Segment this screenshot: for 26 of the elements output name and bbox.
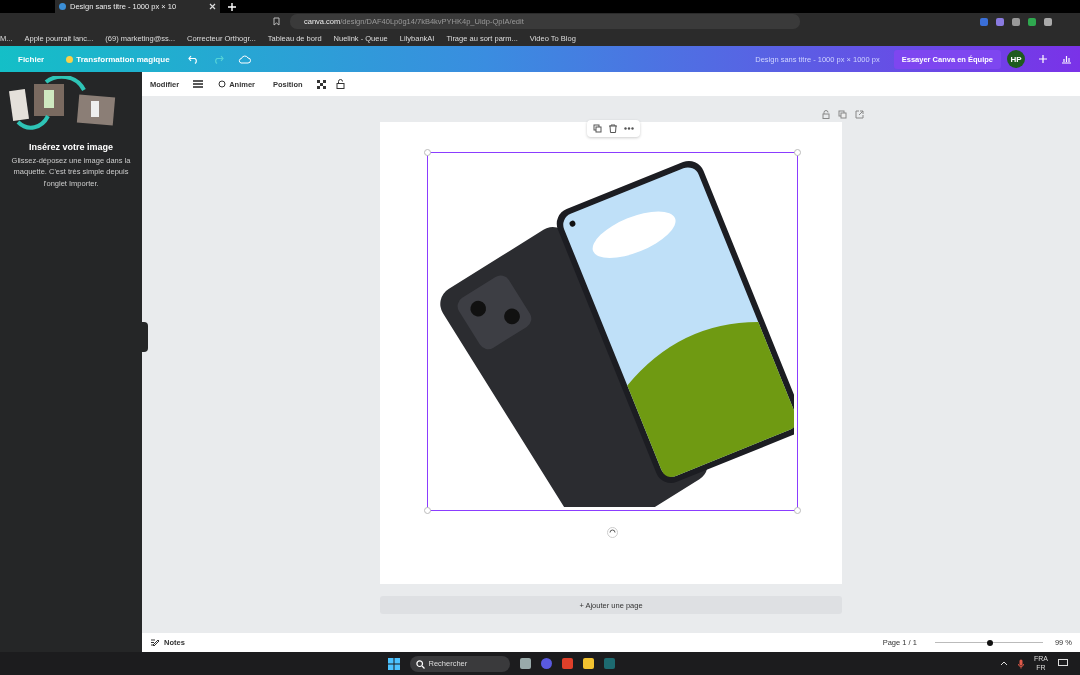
rotate-handle[interactable] bbox=[607, 527, 618, 538]
animate-icon bbox=[217, 79, 227, 89]
undo-icon[interactable] bbox=[187, 54, 199, 64]
border-style-icon[interactable] bbox=[193, 80, 204, 88]
share-icon[interactable] bbox=[855, 110, 864, 119]
more-icon[interactable] bbox=[624, 127, 634, 130]
close-icon[interactable] bbox=[209, 3, 216, 10]
cloud-icon[interactable] bbox=[237, 54, 251, 64]
duplicate-icon[interactable] bbox=[593, 124, 602, 133]
start-icon[interactable] bbox=[387, 657, 400, 670]
chevron-up-icon[interactable] bbox=[1000, 661, 1008, 666]
panel-title: Insérez votre image bbox=[28, 142, 113, 152]
new-tab-icon[interactable] bbox=[228, 2, 236, 11]
search-icon bbox=[415, 659, 425, 669]
lock-icon[interactable] bbox=[335, 79, 345, 89]
chart-icon[interactable] bbox=[1061, 54, 1072, 64]
notes-icon bbox=[150, 638, 160, 647]
transparency-icon[interactable] bbox=[316, 79, 326, 89]
monitor-icon[interactable] bbox=[1058, 659, 1068, 668]
user-avatar[interactable]: HP bbox=[1007, 50, 1025, 68]
zoom-slider[interactable] bbox=[934, 638, 1043, 647]
microphone-icon[interactable] bbox=[1018, 658, 1024, 669]
bookmark-icon[interactable] bbox=[273, 17, 280, 26]
collapse-handle[interactable] bbox=[142, 322, 148, 352]
trash-icon[interactable] bbox=[609, 124, 617, 133]
add-icon[interactable] bbox=[1039, 55, 1047, 63]
